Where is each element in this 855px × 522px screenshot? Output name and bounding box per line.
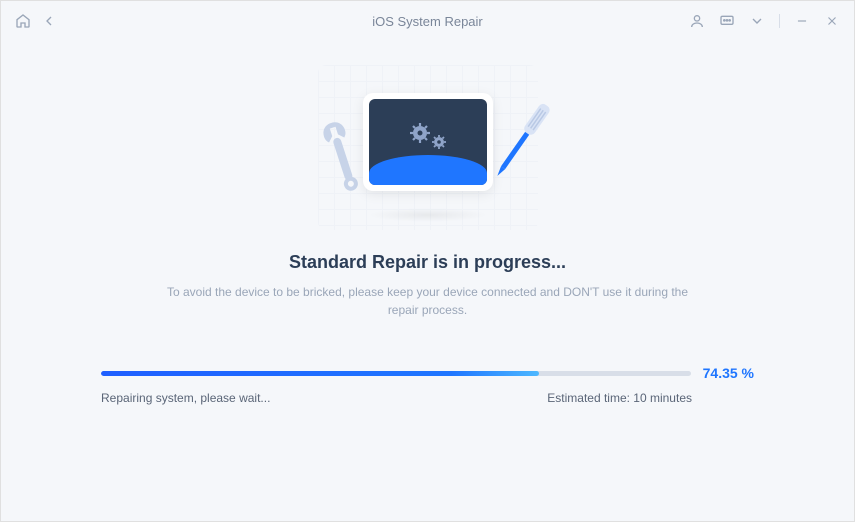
progress-labels: Repairing system, please wait... Estimat…: [101, 391, 754, 405]
progress-section: 74.35 % Repairing system, please wait...…: [101, 365, 754, 405]
titlebar-divider: [779, 14, 780, 28]
progress-percent-label: 74.35 %: [703, 365, 754, 381]
progress-bar: [101, 371, 691, 376]
progress-heading: Standard Repair is in progress...: [101, 252, 754, 273]
progress-fill: [101, 371, 539, 376]
titlebar: iOS System Repair: [1, 1, 854, 41]
titlebar-left: [15, 13, 57, 29]
close-icon[interactable]: [824, 13, 840, 29]
feedback-icon[interactable]: [719, 13, 735, 29]
titlebar-right: [689, 13, 840, 29]
chevron-down-icon[interactable]: [749, 13, 765, 29]
device-screen-icon: [363, 93, 493, 191]
illustration-wrap: [101, 65, 754, 230]
progress-status-text: Repairing system, please wait...: [101, 391, 270, 405]
window-title: iOS System Repair: [372, 14, 483, 29]
shadow-icon: [368, 208, 488, 222]
gear-icon: [406, 123, 450, 158]
progress-row: 74.35 %: [101, 365, 754, 381]
minimize-icon[interactable]: [794, 13, 810, 29]
repair-illustration: [318, 65, 538, 230]
back-icon[interactable]: [41, 13, 57, 29]
main-content: Standard Repair is in progress... To avo…: [1, 41, 854, 405]
wave-icon: [369, 155, 487, 185]
user-icon[interactable]: [689, 13, 705, 29]
progress-eta-text: Estimated time: 10 minutes: [547, 391, 692, 405]
home-icon[interactable]: [15, 13, 31, 29]
progress-subtext: To avoid the device to be bricked, pleas…: [158, 283, 698, 319]
